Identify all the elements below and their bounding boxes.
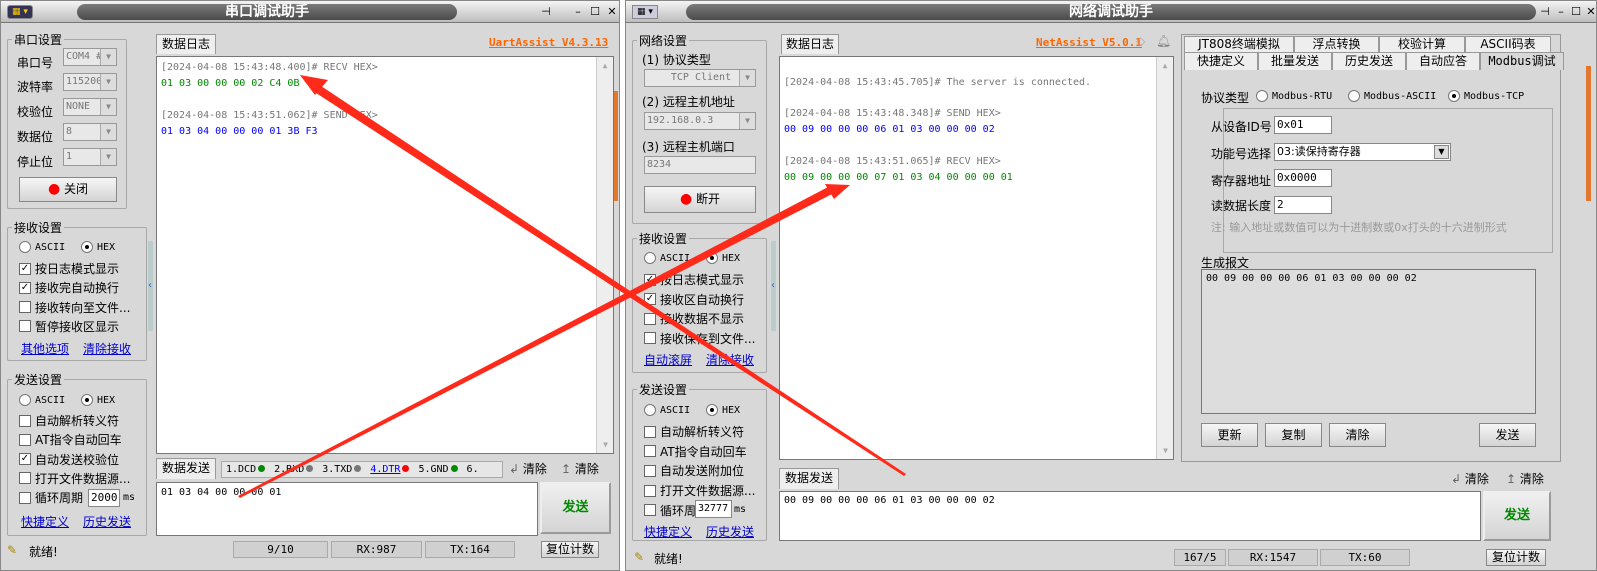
- annotation-arrows: [238, 75, 906, 498]
- arrow-to-uart-recv: [313, 84, 906, 476]
